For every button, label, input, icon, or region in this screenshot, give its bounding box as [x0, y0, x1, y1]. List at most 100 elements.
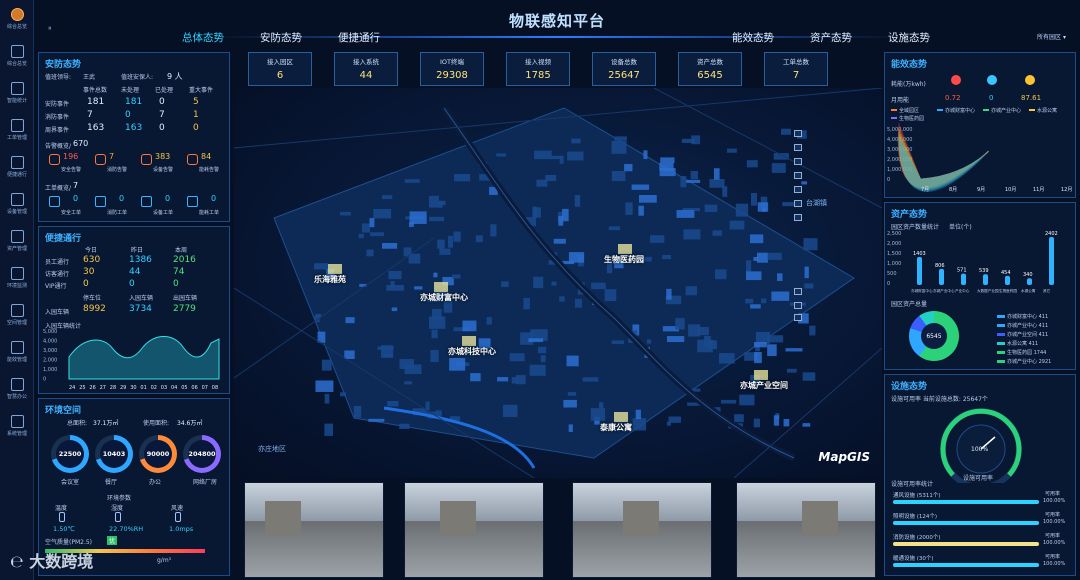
building-block — [451, 274, 461, 279]
leader-name: 王武 — [83, 74, 96, 81]
tab-facilities[interactable]: 设施态势 — [888, 30, 930, 45]
ytick: 500 — [887, 271, 897, 277]
building-block — [722, 186, 728, 197]
ticket-icon — [10, 118, 24, 132]
kpi-card[interactable]: IOT终端 29308 — [420, 52, 484, 86]
map-tool-icon[interactable] — [794, 302, 802, 309]
tab-assets[interactable]: 资产态势 — [810, 30, 852, 45]
video-feed[interactable] — [404, 482, 544, 578]
building-block — [767, 252, 782, 260]
sidebar-item-3[interactable]: 工单管理 — [0, 111, 34, 148]
map-tool-icon[interactable] — [794, 130, 802, 137]
video-feed[interactable] — [736, 482, 876, 578]
map-tool-icon[interactable] — [794, 200, 802, 207]
sidebar-item-label: 设备管理 — [6, 208, 27, 215]
video-feed[interactable] — [244, 482, 384, 578]
building-block — [340, 211, 351, 216]
space-donut: 204800 — [183, 435, 221, 473]
facility-pct: 100.00% — [1043, 519, 1066, 525]
tab-overview[interactable]: 总体态势 — [182, 30, 224, 45]
building-block — [582, 377, 599, 382]
building-block — [571, 138, 581, 144]
sidebar-item-0[interactable]: 综合总览 — [0, 0, 34, 37]
building-block — [646, 339, 652, 344]
sidebar-item-label: 智慧办公 — [6, 393, 27, 400]
building-block — [314, 263, 329, 270]
kpi-card[interactable]: 接入视频 1785 — [506, 52, 570, 86]
security-cell: 1 — [193, 110, 199, 120]
map-tool-icon[interactable] — [794, 158, 802, 165]
map-tool-icon[interactable] — [794, 314, 802, 321]
wind-icon — [175, 512, 181, 522]
building-block — [340, 392, 346, 397]
alarm-icon — [49, 154, 60, 165]
city-map[interactable]: 乐海雅苑 亦城财富中心 亦城科技中心 生物医药园 亦城产业空间 泰康公寓 台湖镇 亦庄地区 M… — [234, 88, 882, 478]
sidebar-item-6[interactable]: 资产管理 — [0, 222, 34, 259]
sidebar-item-7[interactable]: 环境监测 — [0, 259, 34, 296]
legend-label: 水源公寓 — [1037, 108, 1058, 114]
sidebar-item-9[interactable]: 能效管理 — [0, 333, 34, 370]
kpi-card[interactable]: 工单总数 7 — [764, 52, 828, 86]
sidebar-item-1[interactable]: 综合总览 — [0, 37, 34, 74]
sidebar-item-10[interactable]: 智慧办公 — [0, 370, 34, 407]
leader-label: 值班领导: — [45, 74, 72, 81]
building-block — [317, 331, 326, 343]
legend-label: 亦城财富中心 — [945, 108, 976, 114]
sidebar-item-8[interactable]: 空间管理 — [0, 296, 34, 333]
map-tool-icon[interactable] — [794, 144, 802, 151]
poi-marker[interactable] — [614, 412, 628, 422]
ticket-label: 消防工单 — [107, 210, 128, 216]
poi-marker[interactable] — [462, 336, 476, 346]
sidebar-item-4[interactable]: 便捷通行 — [0, 148, 34, 185]
building-block — [745, 298, 754, 304]
legend-label: 亦城产业中心 — [991, 108, 1022, 114]
sidebar-item-label: 环境监测 — [6, 282, 27, 289]
building-block — [757, 202, 769, 212]
poi-marker[interactable] — [618, 244, 632, 254]
kpi-value: 25647 — [608, 70, 640, 81]
map-tool-icon[interactable] — [794, 172, 802, 179]
building-block — [803, 238, 818, 251]
building-block — [754, 352, 762, 364]
sidebar-item-11[interactable]: 系统管理 — [0, 407, 34, 444]
kpi-card[interactable]: 资产总数 6545 — [678, 52, 742, 86]
facilities-title: 设施态势 — [891, 382, 928, 392]
tab-energy[interactable]: 能效态势 — [732, 30, 774, 45]
tab-security[interactable]: 安防态势 — [260, 30, 302, 45]
park-selector[interactable]: 所有园区 ▾ — [1037, 32, 1066, 41]
building-block — [685, 286, 697, 296]
kpi-card[interactable]: 接入系统 44 — [334, 52, 398, 86]
ticket-icon — [141, 196, 152, 207]
legend-label: 亦城产业中心 411 — [1007, 323, 1049, 329]
poi-marker[interactable] — [754, 370, 768, 380]
map-tool-icon[interactable] — [794, 288, 802, 295]
kpi-card[interactable]: 设备总数 25647 — [592, 52, 656, 86]
sidebar-item-2[interactable]: 智能统计 — [0, 74, 34, 111]
poi-marker[interactable] — [434, 282, 448, 292]
legend-label: 生物医药园 1744 — [1007, 350, 1047, 356]
legend-swatch — [891, 117, 897, 119]
logo-icon — [10, 7, 24, 21]
kpi-card[interactable]: 接入园区 6 — [248, 52, 312, 86]
air-quality-badge: 优 — [107, 536, 118, 545]
ytick: 2,500 — [887, 231, 901, 237]
space-donut-label: 网络厂房 — [193, 479, 218, 486]
energy-title: 能效态势 — [891, 60, 928, 70]
tab-traffic[interactable]: 便捷通行 — [338, 30, 380, 45]
sidebar-item-5[interactable]: 设备管理 — [0, 185, 34, 222]
building-block — [382, 243, 398, 249]
legend-swatch — [997, 342, 1005, 345]
poi-label: 乐海雅苑 — [314, 275, 346, 284]
traffic-cell: 0 — [173, 279, 179, 289]
building-block — [726, 148, 737, 153]
facility-status: 可用率 — [1045, 491, 1061, 497]
asset-bar-label: 水源公寓 — [1021, 288, 1036, 293]
video-feed[interactable] — [572, 482, 712, 578]
map-tool-icon[interactable] — [794, 186, 802, 193]
ticket-value: 0 — [73, 194, 79, 203]
poi-marker[interactable] — [328, 264, 342, 274]
building-block — [574, 298, 582, 308]
map-tool-icon[interactable] — [794, 214, 802, 221]
facility-pct: 100.00% — [1043, 540, 1066, 546]
ticket-value: 0 — [165, 194, 171, 203]
